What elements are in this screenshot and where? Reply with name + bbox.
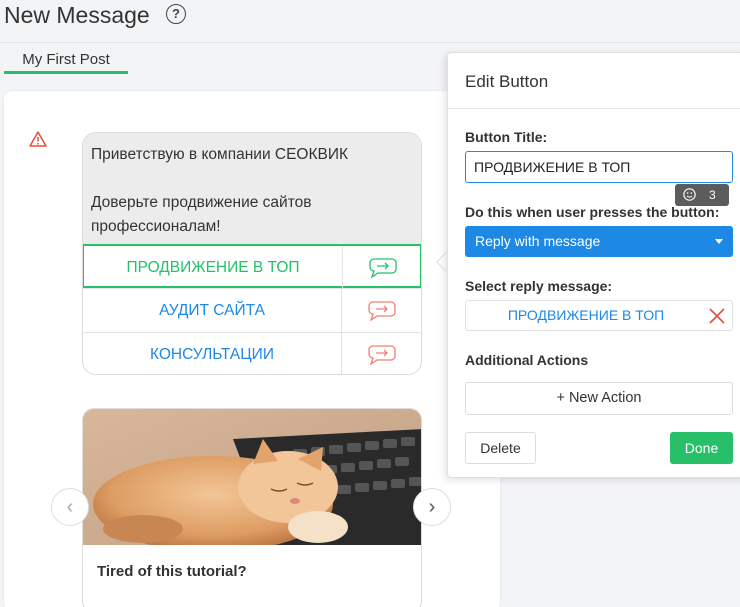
delete-button[interactable]: Delete bbox=[465, 432, 536, 464]
caret-down-icon bbox=[715, 239, 723, 244]
reply-message-value: ПРОДВИЖЕНИЕ В ТОП bbox=[507, 307, 665, 323]
action-select[interactable]: Reply with message bbox=[465, 226, 733, 257]
new-action-button[interactable]: + New Action bbox=[465, 382, 733, 415]
panel-title: Edit Button bbox=[465, 72, 549, 91]
question-circle-icon[interactable]: ? bbox=[166, 4, 186, 24]
message-text-line1: Приветствую в компании СЕОКВИК bbox=[91, 146, 349, 163]
done-button[interactable]: Done bbox=[670, 432, 733, 464]
message-button-2[interactable]: АУДИТ САЙТА bbox=[83, 288, 421, 332]
reply-message-label: Select reply message: bbox=[465, 278, 613, 294]
close-icon[interactable] bbox=[709, 308, 725, 324]
reply-bubble-icon[interactable] bbox=[368, 256, 398, 278]
reply-message-select[interactable]: ПРОДВИЖЕНИЕ В ТОП bbox=[465, 300, 733, 331]
gallery-next-button[interactable]: › bbox=[413, 488, 451, 526]
warning-icon[interactable] bbox=[29, 131, 47, 147]
smile-icon bbox=[683, 188, 696, 201]
message-text-line2: Доверьте продвижение сайтов bbox=[91, 194, 312, 211]
header: New Message ? bbox=[0, 0, 740, 43]
page-title: New Message bbox=[4, 2, 150, 28]
message-text[interactable]: Приветствую в компании СЕОКВИК Доверьте … bbox=[83, 133, 421, 245]
button-title-input[interactable] bbox=[465, 151, 733, 183]
emoji-count: 3 bbox=[709, 188, 716, 202]
message-button-label: КОНСУЛЬТАЦИИ bbox=[150, 346, 274, 363]
reply-bubble-icon[interactable] bbox=[367, 299, 397, 321]
edit-button-panel: Edit Button Button Title: 3 Do this when… bbox=[447, 52, 740, 478]
message-button-label: ПРОДВИЖЕНИЕ В ТОП bbox=[126, 259, 300, 276]
action-select-value: Reply with message bbox=[475, 233, 601, 249]
message-button-1[interactable]: ПРОДВИЖЕНИЕ В ТОП bbox=[83, 244, 421, 289]
reply-bubble-icon[interactable] bbox=[367, 343, 397, 365]
tab-my-first-post[interactable]: My First Post bbox=[4, 51, 128, 74]
message-text-line3: профессионалам! bbox=[91, 218, 221, 235]
card-title: Tired of this tutorial? bbox=[97, 563, 247, 580]
button-title-label: Button Title: bbox=[465, 129, 548, 145]
action-label: Do this when user presses the button: bbox=[465, 204, 720, 220]
gallery-card[interactable]: Tired of this tutorial? bbox=[82, 408, 422, 607]
message-button-label: АУДИТ САЙТА bbox=[159, 302, 265, 319]
message-button-3[interactable]: КОНСУЛЬТАЦИИ bbox=[83, 332, 421, 374]
additional-actions-label: Additional Actions bbox=[465, 352, 589, 368]
message-card[interactable]: Приветствую в компании СЕОКВИК Доверьте … bbox=[82, 132, 422, 375]
gallery-prev-button[interactable]: ‹ bbox=[51, 488, 89, 526]
emoji-picker-badge[interactable]: 3 bbox=[675, 184, 729, 206]
kitten-image bbox=[83, 409, 421, 545]
